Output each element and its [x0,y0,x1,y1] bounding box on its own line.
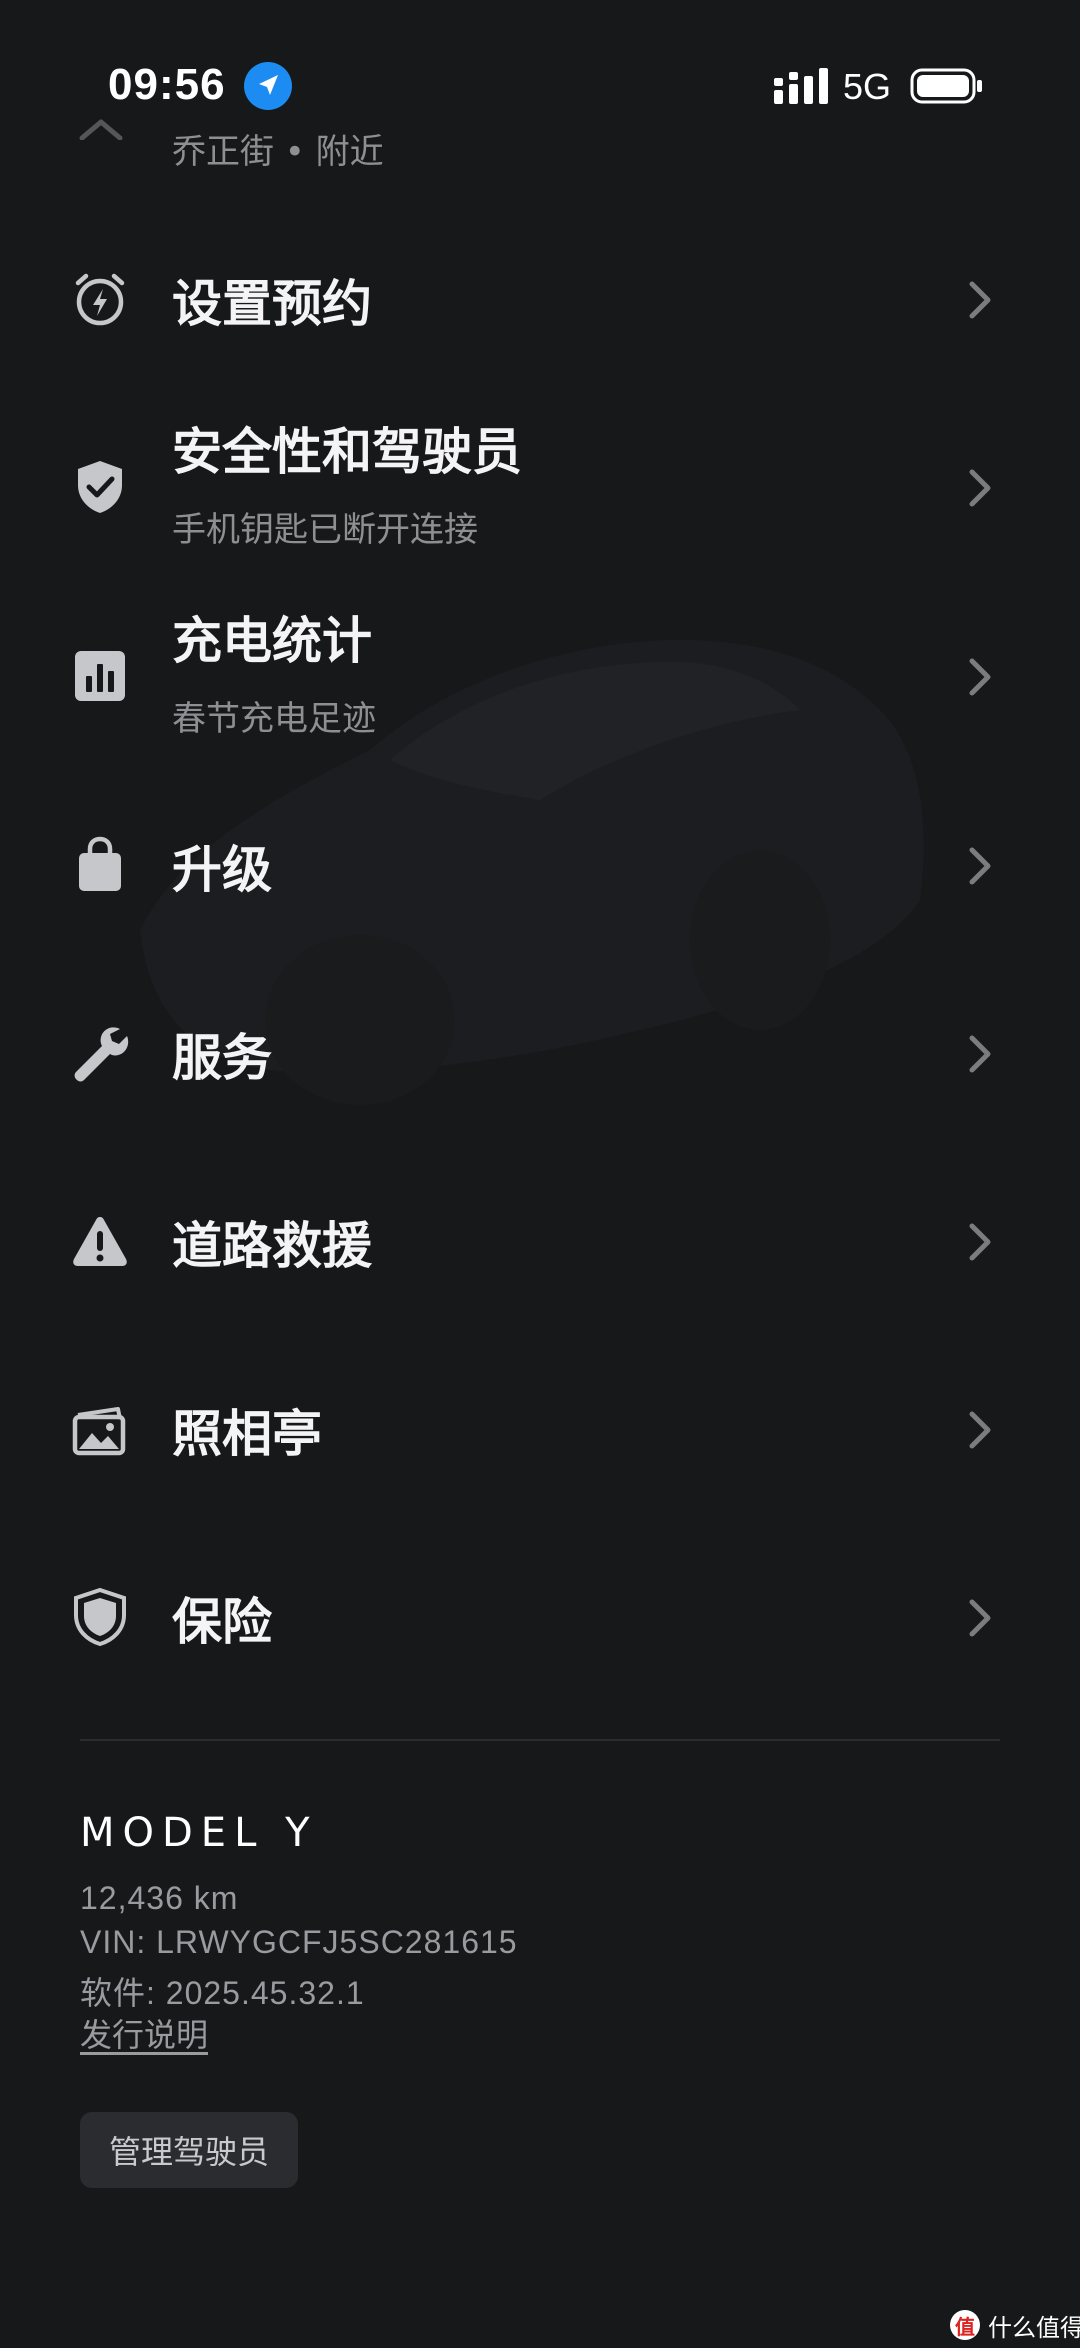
menu-item-subtitle: 春节充电足迹 [172,699,376,739]
warning-triangle-icon [70,1211,130,1271]
watermark: 值 什么值得买 [950,2308,1080,2342]
menu-item-insurance[interactable]: 保险 [0,1542,1080,1692]
section-divider [80,1739,1000,1741]
vin-value: VIN: LRWYGCFJ5SC281615 [80,1924,518,1960]
chevron-right-icon [962,653,998,701]
menu-item-title: 保险 [172,1593,272,1651]
wrench-icon [70,1023,130,1083]
menu-item-security-drivers[interactable]: 安全性和驾驶员 手机钥匙已断开连接 [0,412,1080,562]
menu-item-title: 设置预约 [172,275,372,333]
menu-item-title: 服务 [172,1029,272,1087]
manage-drivers-button[interactable]: 管理驾驶员 [80,2112,298,2188]
location-arrow-icon [244,62,292,110]
chevron-right-icon [962,1030,998,1078]
menu-item-service[interactable]: 服务 [0,978,1080,1128]
menu-item-upgrades[interactable]: 升级 [0,790,1080,940]
partial-menu-subtitle: 乔正街 • 附近 [172,132,384,172]
menu-item-title: 道路救援 [172,1217,372,1275]
photo-gallery-icon [70,1399,130,1459]
model-y-logo: MODEL Y [80,1810,318,1856]
software-version: 软件: 2025.45.32.1 [80,1975,365,2011]
odometer-value: 12,436 km [80,1880,239,1916]
shield-icon [70,1587,130,1647]
menu-item-title: 升级 [172,841,272,899]
bar-chart-icon [70,646,130,706]
release-notes-link[interactable]: 发行说明 [80,2010,208,2056]
chevron-right-icon [962,842,998,890]
menu-item-title: 充电统计 [172,612,372,670]
watermark-logo: 值 [950,2310,980,2340]
status-bar: 09:56 5G [0,0,1080,120]
cellular-signal-icon [774,68,828,104]
network-type: 5G [843,66,892,107]
chevron-up-icon [79,119,123,140]
partial-menu-item[interactable]: 乔正街 • 附近 [0,119,1080,180]
menu-item-schedule[interactable]: 设置预约 [0,224,1080,374]
menu-item-charging-stats[interactable]: 充电统计 春节充电足迹 [0,601,1080,751]
battery-icon [910,68,982,104]
shield-check-icon [70,457,130,517]
menu-item-photo-booth[interactable]: 照相亭 [0,1354,1080,1504]
chevron-right-icon [962,276,998,324]
menu-item-roadside-assistance[interactable]: 道路救援 [0,1166,1080,1316]
menu-item-subtitle: 手机钥匙已断开连接 [172,510,478,550]
chevron-right-icon [962,1406,998,1454]
chevron-right-icon [962,464,998,512]
status-time: 09:56 [108,60,226,109]
watermark-text: 什么值得买 [988,2313,1080,2342]
chevron-right-icon [962,1218,998,1266]
menu-item-title: 安全性和驾驶员 [172,423,522,481]
alarm-bolt-icon [70,269,130,329]
menu-item-title: 照相亭 [172,1405,322,1463]
chevron-right-icon [962,1594,998,1642]
shopping-bag-icon [70,835,130,895]
